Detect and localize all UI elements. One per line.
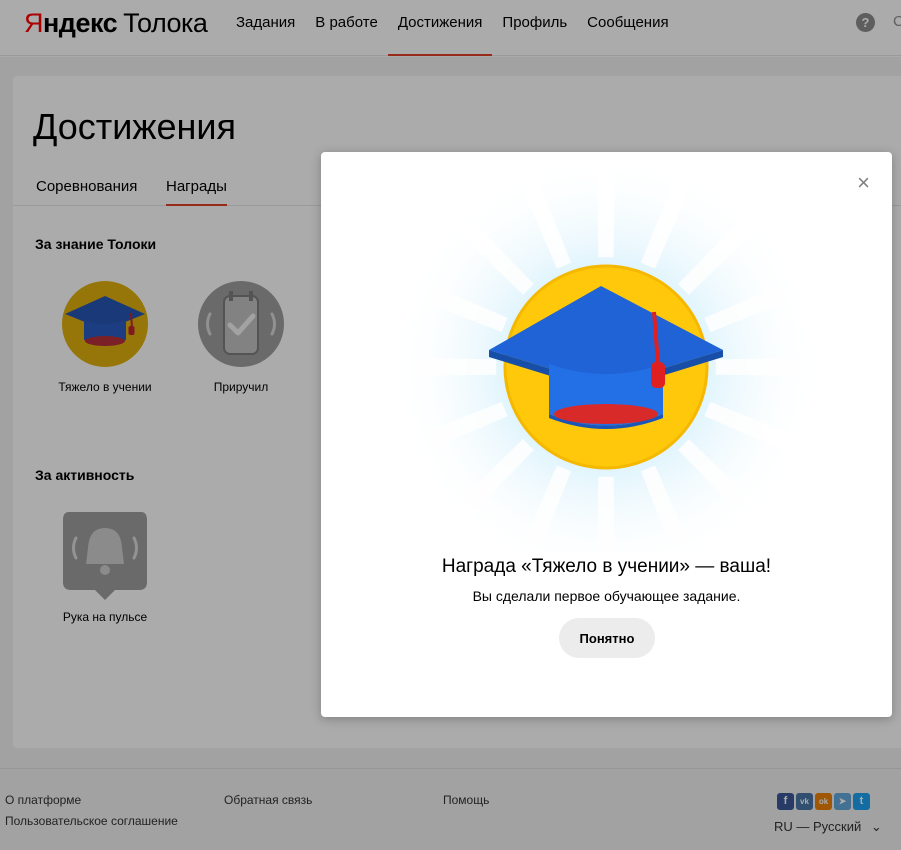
close-icon[interactable]: × (857, 172, 870, 194)
award-modal: × Награда «Тяжело в учении» — ваша! Вы с… (321, 152, 892, 717)
sun-ray (597, 476, 615, 552)
modal-title: Награда «Тяжело в учении» — ваша! (441, 556, 772, 577)
sun-ray (715, 358, 816, 376)
award-illustration (391, 152, 821, 552)
modal-text: Вы сделали первое обучающее задание. (472, 588, 741, 604)
sun-ray (396, 358, 497, 376)
sun-ray (597, 157, 615, 258)
ok-button[interactable]: Понятно (559, 618, 655, 658)
